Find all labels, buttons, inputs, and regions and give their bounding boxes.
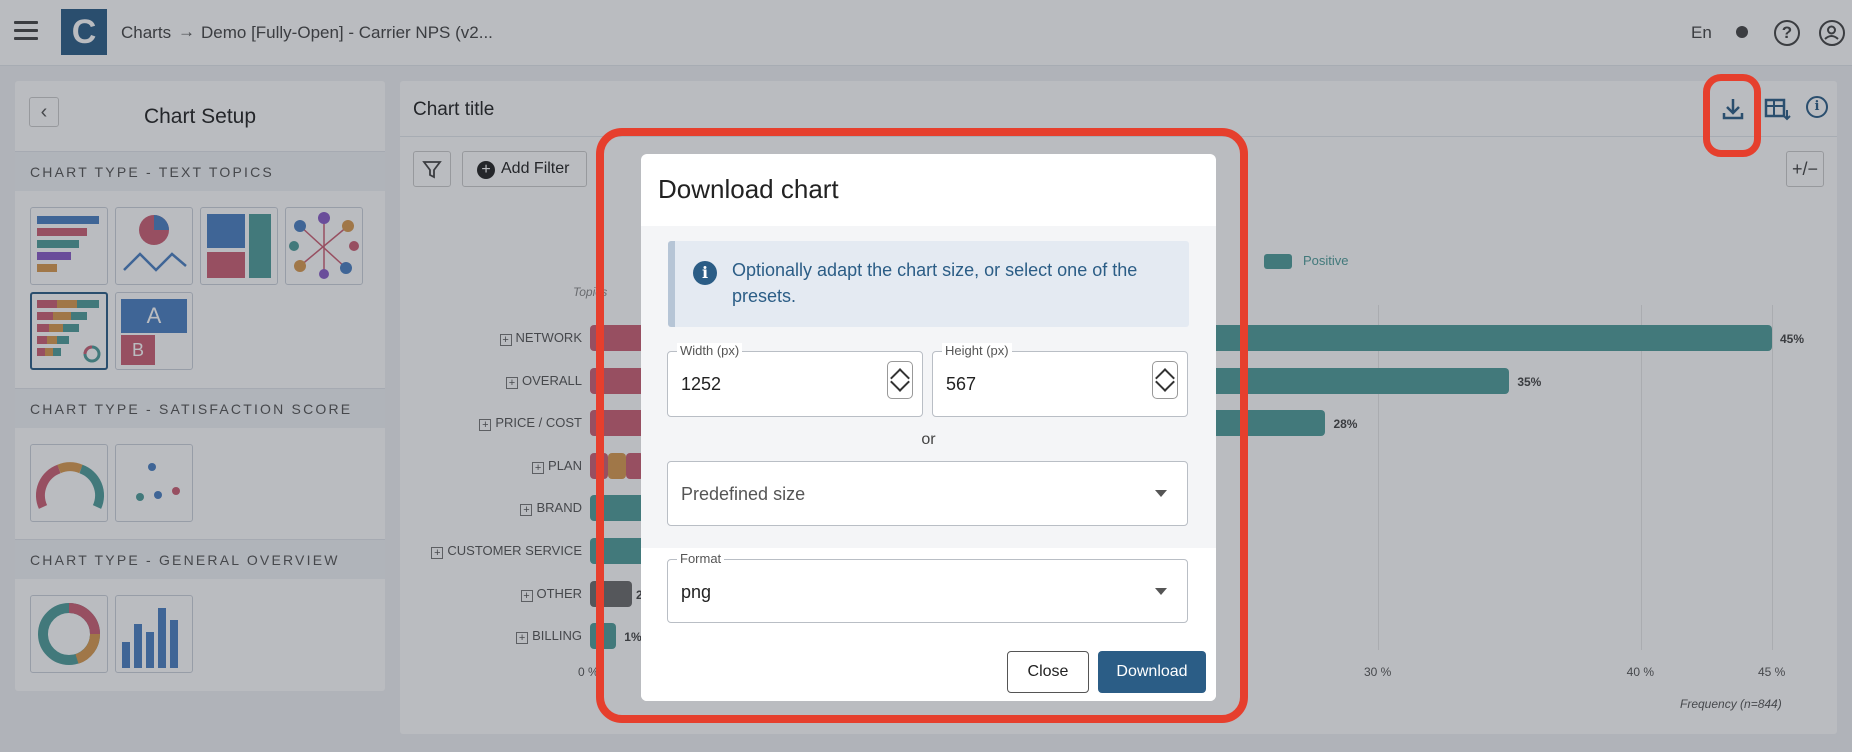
dialog-title: Download chart — [658, 174, 839, 204]
predefined-size-select[interactable]: Predefined size — [667, 461, 1188, 526]
width-field[interactable]: Width (px) 1252 — [667, 343, 923, 417]
info-alert: i Optionally adapt the chart size, or se… — [668, 241, 1189, 327]
width-label: Width (px) — [677, 343, 743, 358]
height-label: Height (px) — [942, 343, 1012, 358]
download-button[interactable]: Download — [1098, 651, 1206, 693]
format-select[interactable]: Format png — [667, 551, 1188, 623]
predefined-size-placeholder: Predefined size — [681, 484, 806, 504]
width-value[interactable]: 1252 — [681, 374, 721, 395]
info-circle-icon: i — [693, 261, 717, 285]
download-chart-dialog: Download chart i Optionally adapt the ch… — [641, 154, 1216, 701]
dropdown-caret-icon — [1155, 588, 1167, 595]
format-label: Format — [677, 551, 725, 566]
dropdown-caret-icon — [1155, 490, 1167, 497]
format-value: png — [681, 582, 712, 602]
info-alert-text: Optionally adapt the chart size, or sele… — [732, 260, 1138, 306]
close-button[interactable]: Close — [1007, 651, 1089, 693]
width-stepper[interactable] — [887, 361, 913, 399]
or-separator: or — [921, 431, 936, 448]
height-field[interactable]: Height (px) 567 — [932, 343, 1188, 417]
height-value[interactable]: 567 — [946, 374, 976, 395]
download-highlight-annotation — [1703, 74, 1761, 157]
height-stepper[interactable] — [1152, 361, 1178, 399]
